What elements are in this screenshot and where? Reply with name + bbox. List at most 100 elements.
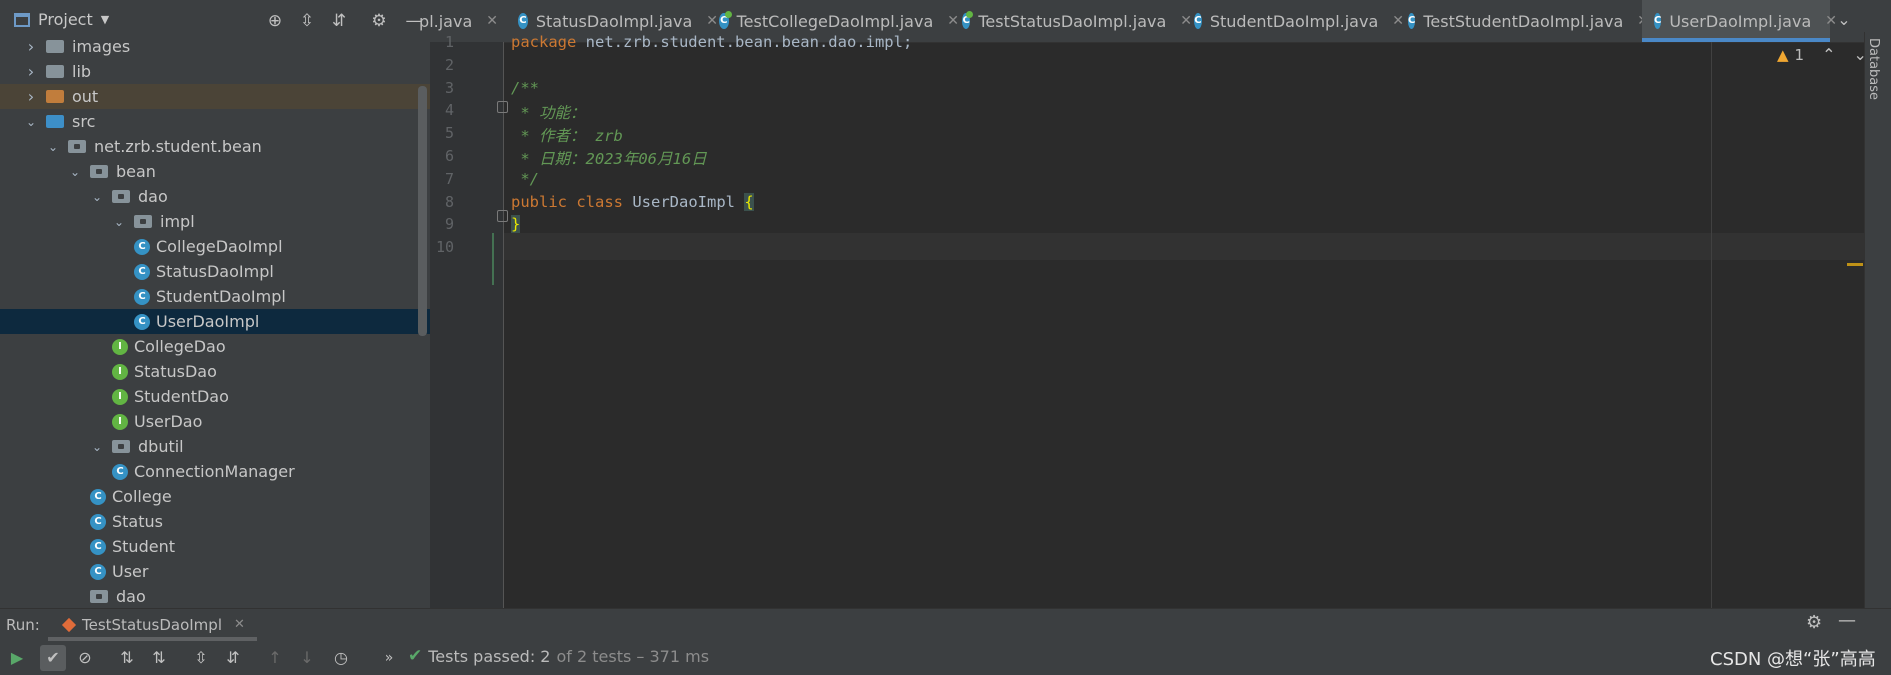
code-token: * 功能： xyxy=(511,104,586,123)
error-stripe-marker[interactable] xyxy=(1847,263,1863,266)
tree-row-src[interactable]: ⌄ src xyxy=(0,109,430,134)
tree-row-images[interactable]: › images xyxy=(0,34,430,59)
fold-icon[interactable] xyxy=(497,210,508,222)
chevron-down-icon[interactable]: ⌄ xyxy=(24,115,38,129)
tree-row-label: dao xyxy=(138,187,168,206)
tree-row-dao[interactable]: dao xyxy=(0,584,430,608)
expand-all-icon[interactable]: ⇳ xyxy=(188,645,214,671)
fold-icon[interactable] xyxy=(497,101,508,113)
tree-row-userdao[interactable]: I UserDao xyxy=(0,409,430,434)
tree-row-status[interactable]: C Status xyxy=(0,509,430,534)
chevron-down-icon: ▼ xyxy=(100,13,110,26)
sort-alpha-icon[interactable]: ⇅ xyxy=(114,645,140,671)
chevron-down-icon[interactable]: ⌄ xyxy=(46,140,60,154)
arrow-up-icon[interactable]: ↑ xyxy=(262,645,288,671)
code-line: * 日期：2023年06月16日 xyxy=(511,147,706,169)
arrow-down-icon[interactable]: ↓ xyxy=(294,645,320,671)
expand-all-icon[interactable]: ⇳ xyxy=(296,10,318,32)
chevron-right-icon[interactable]: › xyxy=(24,37,38,56)
chevron-down-icon[interactable]: ⌄ xyxy=(90,440,104,454)
tree-row-label: src xyxy=(72,112,96,131)
tree-row-studentdaoimpl[interactable]: C StudentDaoImpl xyxy=(0,284,430,309)
tree-row-college[interactable]: C College xyxy=(0,484,430,509)
gear-icon[interactable]: ⚙ xyxy=(368,10,390,32)
collapse-all-icon[interactable]: ⇵ xyxy=(220,645,246,671)
tree-row-collegedaoimpl[interactable]: C CollegeDaoImpl xyxy=(0,234,430,259)
tree-row-user[interactable]: C User xyxy=(0,559,430,584)
editor-tab-active[interactable]: C UserDaoImpl.java ✕ xyxy=(1642,0,1837,42)
sort-duration-icon[interactable]: ⇅ xyxy=(146,645,172,671)
tree-row-student[interactable]: C Student xyxy=(0,534,430,559)
tab-label: TestCollegeDaoImpl.java xyxy=(736,11,934,31)
tree-row-statusdao[interactable]: I StatusDao xyxy=(0,359,430,384)
project-view-selector[interactable]: Project ▼ xyxy=(14,10,109,29)
tree-row-label: UserDaoImpl xyxy=(156,312,260,331)
code-line: /** xyxy=(511,79,539,97)
code-line: public class UserDaoImpl { xyxy=(511,192,754,211)
package-icon xyxy=(90,590,108,603)
tree-row-net-zrb-student-bean[interactable]: ⌄ net.zrb.student.bean xyxy=(0,134,430,159)
folder-icon xyxy=(46,65,64,78)
line-number: 6 xyxy=(444,147,454,165)
chevron-down-icon[interactable]: ⌄ xyxy=(112,215,126,229)
warning-icon: ▲ xyxy=(1777,45,1789,64)
chevron-right-icon[interactable]: › xyxy=(24,62,38,81)
interface-icon: I xyxy=(112,388,128,405)
line-number: 9 xyxy=(444,215,454,234)
class-icon: C xyxy=(134,238,150,255)
class-icon: C xyxy=(1408,13,1416,29)
tree-row-label: CollegeDaoImpl xyxy=(156,237,283,256)
tree-row-collegedao[interactable]: I CollegeDao xyxy=(0,334,430,359)
tree-row-userdaoimpl[interactable]: C UserDaoImpl xyxy=(0,309,430,334)
tree-row-studentdao[interactable]: I StudentDao xyxy=(0,384,430,409)
class-icon: C xyxy=(90,563,106,580)
gear-icon[interactable]: ⚙ xyxy=(1806,612,1822,633)
project-panel-title: Project xyxy=(38,10,93,29)
editor-tab[interactable]: C TestStatusDaoImpl.java ✕ xyxy=(960,0,1192,42)
database-tool-button[interactable]: Database xyxy=(1866,38,1881,100)
tree-row-out[interactable]: › out xyxy=(0,84,430,109)
chevron-right-icon[interactable]: › xyxy=(24,87,38,106)
close-icon[interactable]: ✕ xyxy=(947,13,959,29)
locate-icon[interactable]: ⊕ xyxy=(264,10,286,32)
show-ignored-icon[interactable]: ⊘ xyxy=(72,645,98,671)
tree-row-bean[interactable]: ⌄ bean xyxy=(0,159,430,184)
close-icon[interactable]: ✕ xyxy=(1392,13,1404,29)
editor-tab[interactable]: C TestStudentDaoImpl.java ✕ xyxy=(1406,0,1649,42)
close-icon[interactable]: ✕ xyxy=(486,13,498,29)
chevron-down-icon[interactable]: ⌄ xyxy=(68,165,82,179)
tree-row-lib[interactable]: › lib xyxy=(0,59,430,84)
line-number: 10 xyxy=(435,238,454,257)
tree-row-impl[interactable]: ⌄ impl xyxy=(0,209,430,234)
editor-tab[interactable]: C StudentDaoImpl.java ✕ xyxy=(1192,0,1404,42)
more-icon[interactable]: » xyxy=(376,645,402,671)
collapse-all-icon[interactable]: ⇵ xyxy=(328,10,350,32)
check-icon: ✔ xyxy=(408,646,423,666)
class-icon: C xyxy=(112,463,128,480)
tree-row-statusdaoimpl[interactable]: C StatusDaoImpl xyxy=(0,259,430,284)
vcs-change-marker[interactable] xyxy=(492,233,494,285)
tree-row-dao[interactable]: ⌄ dao xyxy=(0,184,430,209)
code-token: class xyxy=(576,192,624,211)
chevron-up-icon[interactable]: ⌃ xyxy=(1822,45,1835,64)
test-history-icon[interactable]: ◷ xyxy=(328,645,354,671)
tab-label: UserDaoImpl.java xyxy=(1669,11,1812,31)
inspection-widget[interactable]: ▲ 1 ⌃ ⌄ xyxy=(1777,45,1867,64)
project-tree: › images › lib › out ⌄ src ⌄ net.zrb.student.bean… xyxy=(0,34,430,608)
chevron-down-icon[interactable]: ⌄ xyxy=(1854,45,1867,64)
run-panel-header xyxy=(0,608,1891,642)
rerun-icon[interactable]: ▶ xyxy=(4,645,30,671)
show-passed-icon[interactable]: ✔ xyxy=(40,645,66,671)
close-icon[interactable]: ✕ xyxy=(234,617,245,632)
tree-row-dbutil[interactable]: ⌄ dbutil xyxy=(0,434,430,459)
chevron-down-icon[interactable]: ⌄ xyxy=(90,190,104,204)
close-icon[interactable]: ✕ xyxy=(1180,13,1192,29)
minimize-icon[interactable]: — xyxy=(1838,610,1856,631)
tree-row-connectionmanager[interactable]: C ConnectionManager xyxy=(0,459,430,484)
code-line: * 作者： zrb xyxy=(511,124,623,146)
line-number: 7 xyxy=(444,169,454,188)
tree-row-label: User xyxy=(112,562,149,581)
chevron-down-icon[interactable]: ⌄ xyxy=(1834,10,1854,29)
tree-scrollbar[interactable] xyxy=(418,86,427,336)
